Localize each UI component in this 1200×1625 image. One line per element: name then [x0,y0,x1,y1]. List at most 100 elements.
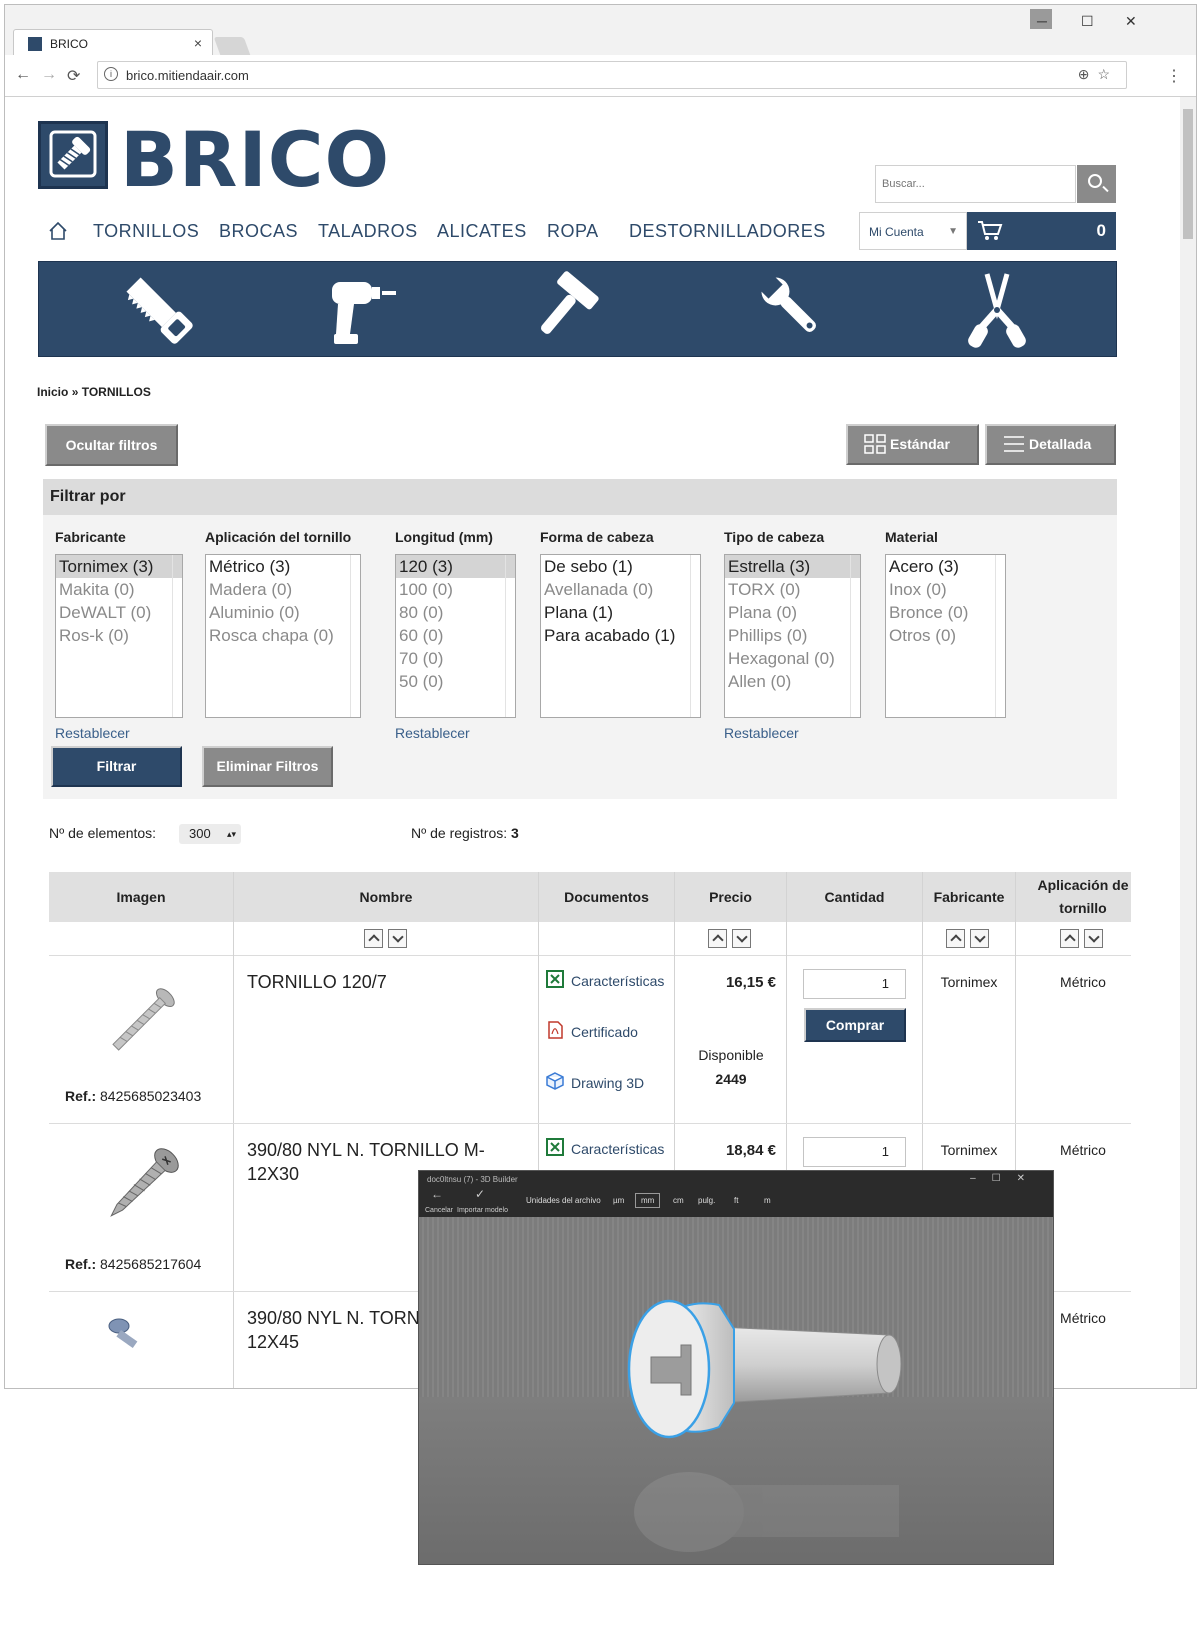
saw-icon[interactable] [119,270,199,350]
check-icon[interactable]: ✓ [475,1187,485,1201]
facet-option[interactable]: Métrico (3) [206,555,360,578]
facet-option[interactable]: 80 (0) [396,601,515,624]
facet-option[interactable]: DeWALT (0) [56,601,182,624]
nav-item-taladros[interactable]: TALADROS [318,221,418,242]
facet-scrollbar[interactable] [505,555,515,717]
facet-scrollbar[interactable] [690,555,700,717]
back-icon[interactable]: ← [15,66,31,84]
nav-item-destornilladores[interactable]: DESTORNILLADORES [629,221,826,242]
builder-window-controls[interactable]: –☐✕ [970,1173,1041,1184]
facet-list-fabricante[interactable]: Tornimex (3) Makita (0) DeWALT (0) Ros-k… [55,554,183,718]
close-window-icon[interactable]: ✕ [1125,13,1137,30]
hide-filters-button[interactable]: Ocultar filtros [45,424,178,466]
home-icon[interactable] [49,222,67,240]
reload-icon[interactable]: ⟳ [67,66,80,86]
sort-asc-icon[interactable] [364,929,383,948]
reset-tipo-link[interactable]: Restablecer [724,725,799,741]
sort-desc-icon[interactable] [1084,929,1103,948]
back-arrow-icon[interactable]: ← [431,1187,443,1201]
doc-drawing3d-link[interactable]: Drawing 3D [546,1072,644,1091]
facet-option[interactable]: Para acabado (1) [541,624,700,647]
doc-caracteristicas-link[interactable]: Características [546,970,664,989]
browser-menu-icon[interactable]: ⋮ [1166,66,1182,86]
buy-button[interactable]: Comprar [804,1008,906,1042]
facet-scrollbar[interactable] [350,555,360,717]
facet-option[interactable]: 60 (0) [396,624,515,647]
facet-scrollbar[interactable] [172,555,182,717]
unit-ft[interactable]: ft [734,1196,738,1205]
nav-item-tornillos[interactable]: TORNILLOS [93,221,199,242]
hammer-icon[interactable] [524,270,604,350]
filter-button[interactable]: Filtrar [51,746,182,787]
url-field[interactable]: i brico.mitiendaair.com ⊕☆ [97,61,1127,89]
unit-cm[interactable]: cm [673,1196,684,1205]
quantity-input[interactable]: 1 [803,1137,906,1167]
scrollbar-thumb[interactable] [1183,109,1193,239]
facet-option[interactable]: 100 (0) [396,578,515,601]
facet-option[interactable]: Tornimex (3) [56,555,182,578]
per-page-select[interactable]: 300 ▴▾ [179,824,241,844]
sort-asc-icon[interactable] [1060,929,1079,948]
sort-asc-icon[interactable] [708,929,727,948]
sort-desc-icon[interactable] [388,929,407,948]
facet-option[interactable]: Hexagonal (0) [725,647,860,670]
sort-asc-icon[interactable] [946,929,965,948]
facet-option[interactable]: De sebo (1) [541,555,700,578]
facet-option[interactable]: Plana (1) [541,601,700,624]
unit-m[interactable]: m [764,1196,771,1205]
facet-list-longitud[interactable]: 120 (3) 100 (0) 80 (0) 60 (0) 70 (0) 50 … [395,554,516,718]
browser-tab[interactable]: BRICO × [13,29,213,57]
nav-item-ropa[interactable]: ROPA [547,221,599,242]
facet-option[interactable]: Otros (0) [886,624,1005,647]
facet-scrollbar[interactable] [850,555,860,717]
facet-option[interactable]: Phillips (0) [725,624,860,647]
cart-button[interactable]: 0 [967,212,1116,250]
doc-certificado-link[interactable]: Certificado [546,1021,638,1040]
facet-list-aplicacion[interactable]: Métrico (3) Madera (0) Aluminio (0) Rosc… [205,554,361,718]
tab-close-icon[interactable]: × [194,35,202,51]
forward-icon[interactable]: → [41,66,57,84]
reset-fabricante-link[interactable]: Restablecer [55,725,130,741]
reset-longitud-link[interactable]: Restablecer [395,725,470,741]
facet-option[interactable]: 120 (3) [396,555,515,578]
facet-option[interactable]: Acero (3) [886,555,1005,578]
breadcrumb-home[interactable]: Inicio [37,385,68,399]
facet-option[interactable]: Avellanada (0) [541,578,700,601]
clear-filters-button[interactable]: Eliminar Filtros [202,746,333,787]
nav-item-brocas[interactable]: BROCAS [219,221,298,242]
search-input[interactable] [876,166,1075,202]
nav-item-alicates[interactable]: ALICATES [437,221,527,242]
facet-option[interactable]: Inox (0) [886,578,1005,601]
wrench-icon[interactable] [754,270,834,350]
view-detailed-button[interactable]: Detallada [985,424,1116,465]
facet-option[interactable]: Madera (0) [206,578,360,601]
unit-mm[interactable]: mm [635,1193,661,1208]
facet-list-material[interactable]: Acero (3) Inox (0) Bronce (0) Otros (0) [885,554,1006,718]
facet-option[interactable]: Estrella (3) [725,555,860,578]
new-tab-button[interactable] [213,37,251,55]
product-image[interactable] [97,976,187,1066]
unit-um[interactable]: µm [613,1196,624,1205]
view-standard-button[interactable]: Estándar [846,424,979,465]
import-model-button[interactable]: Importar modelo [457,1207,508,1214]
quantity-input[interactable]: 1 [803,969,906,999]
facet-option[interactable]: Bronce (0) [886,601,1005,624]
maximize-icon[interactable]: ☐ [1081,13,1094,30]
search-button[interactable] [1077,165,1116,203]
url-text[interactable]: brico.mitiendaair.com [126,68,249,83]
sort-desc-icon[interactable] [970,929,989,948]
facet-scrollbar[interactable] [995,555,1005,717]
facet-list-forma[interactable]: De sebo (1) Avellanada (0) Plana (1) Par… [540,554,701,718]
product-image[interactable] [99,1312,149,1352]
facet-option[interactable]: Rosca chapa (0) [206,624,360,647]
facet-option[interactable]: Ros-k (0) [56,624,182,647]
facet-option[interactable]: 50 (0) [396,670,515,693]
facet-option[interactable]: TORX (0) [725,578,860,601]
zoom-bookmark-icons[interactable]: ⊕☆ [1078,66,1118,83]
doc-caracteristicas-link[interactable]: Características [546,1138,664,1157]
facet-option[interactable]: 70 (0) [396,647,515,670]
facet-option[interactable]: Plana (0) [725,601,860,624]
product-name[interactable]: TORNILLO 120/7 [247,970,527,994]
facet-option[interactable]: Aluminio (0) [206,601,360,624]
info-icon[interactable]: i [104,67,118,81]
